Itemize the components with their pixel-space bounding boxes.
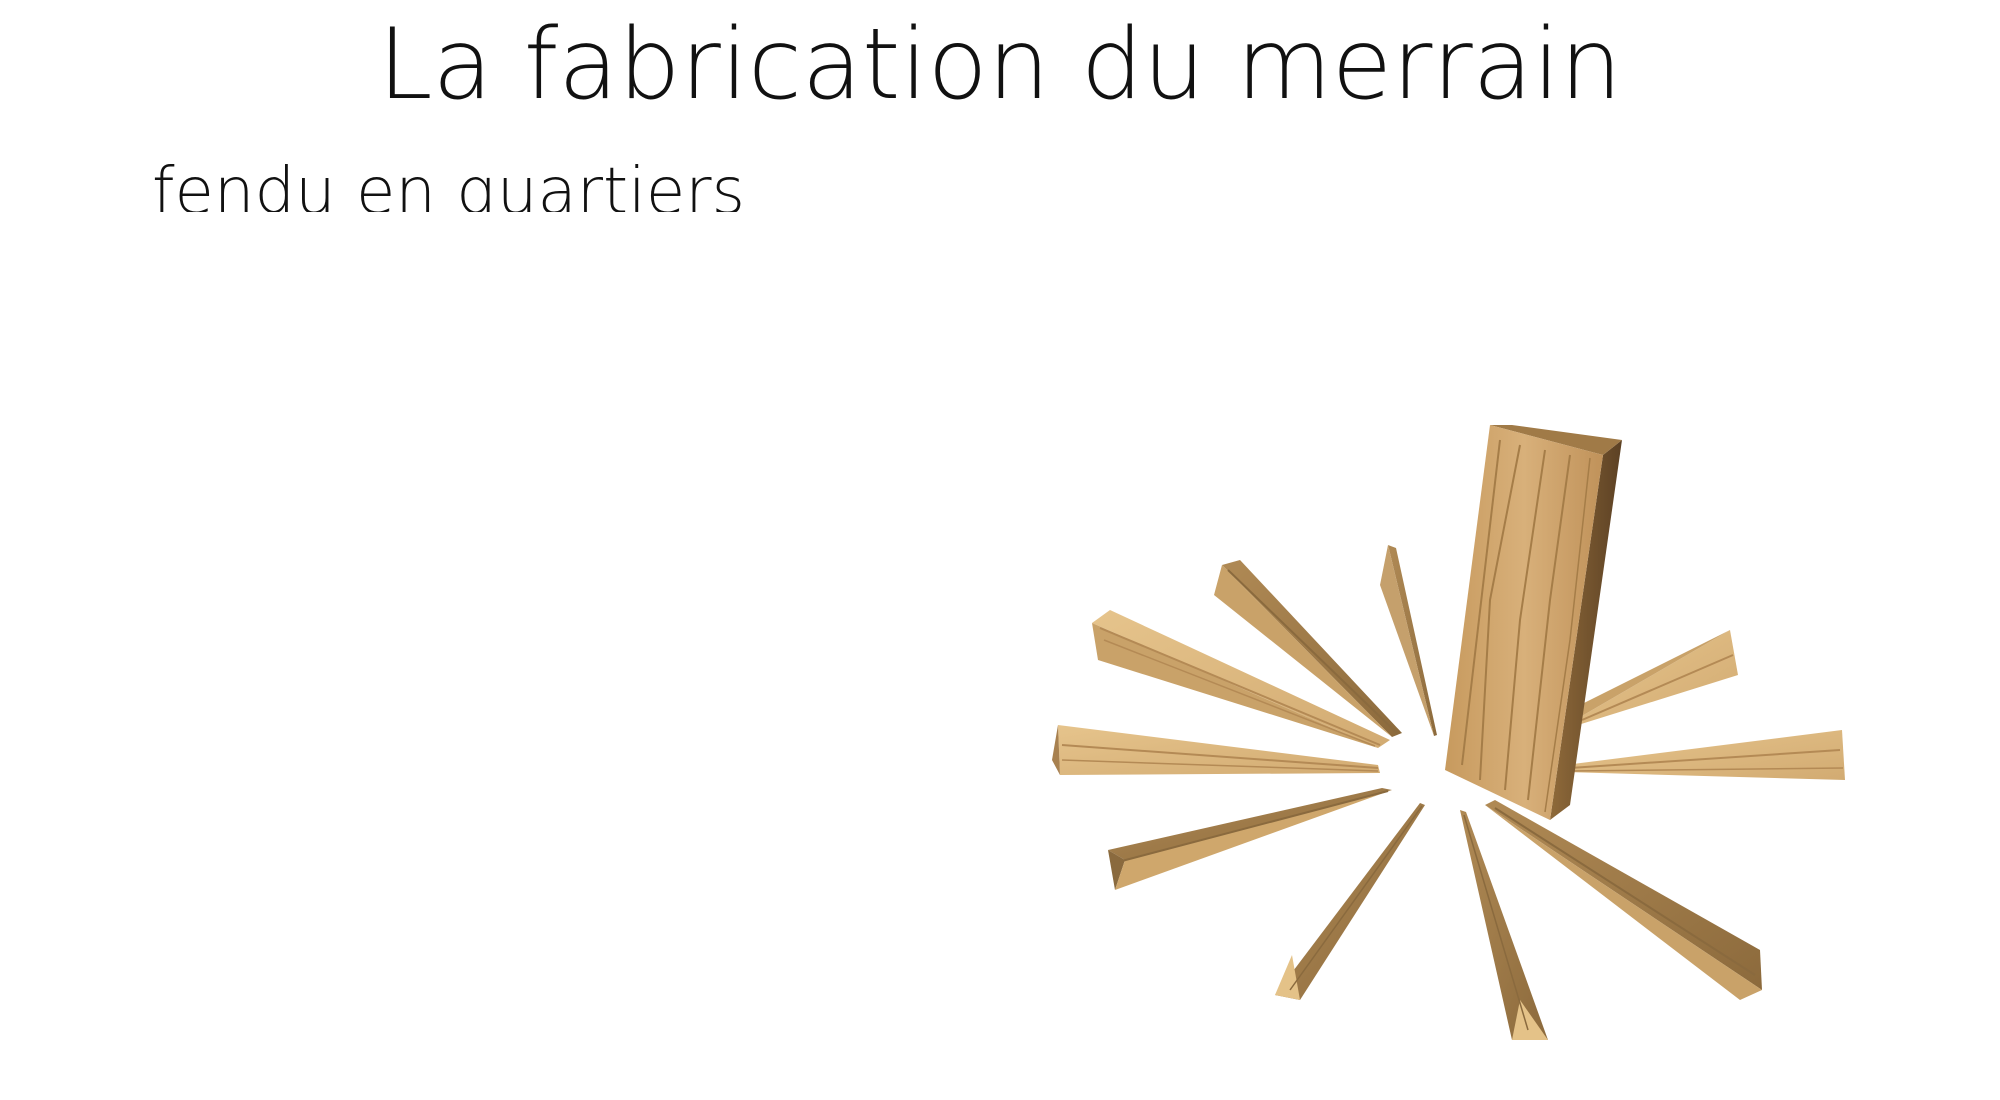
wood-wedge (1565, 730, 1845, 780)
wood-wedge (1485, 800, 1762, 1000)
slide-title: La fabrication du merrain (377, 8, 1623, 122)
slide: La fabrication du merrain fendu en quart… (0, 0, 2000, 1100)
subtitle-clip: fendu en quartiers (140, 150, 1040, 212)
wood-wedge (1275, 803, 1425, 1000)
wood-plank (1445, 425, 1622, 820)
wood-wedge (1570, 630, 1738, 725)
wood-wedge (1380, 545, 1437, 736)
wood-wedge (1108, 788, 1392, 890)
slide-subtitle: fendu en quartiers (152, 155, 745, 212)
split-wood-illustration (1052, 425, 1845, 1040)
wood-wedge (1460, 810, 1548, 1040)
